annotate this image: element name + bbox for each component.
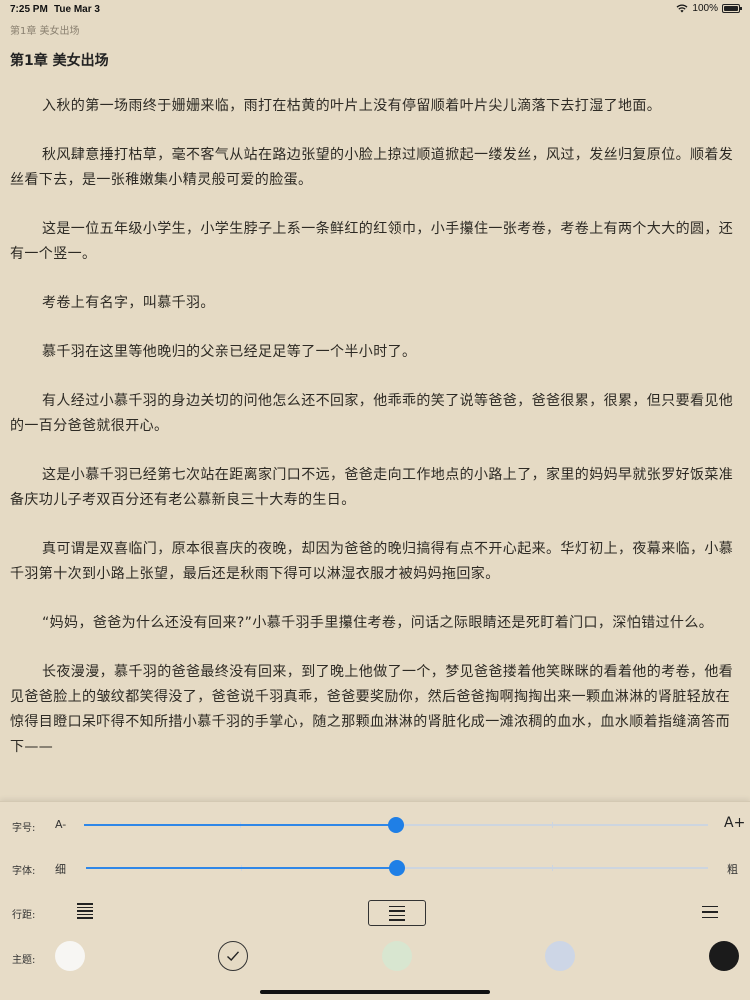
theme-blue-swatch[interactable]	[545, 941, 575, 971]
home-indicator[interactable]	[260, 990, 490, 994]
paragraph: 慕千羽在这里等他晚归的父亲已经足足等了一个半小时了。	[42, 344, 417, 360]
status-time: 7:25 PM	[10, 4, 48, 15]
font-weight-bold[interactable]: 粗	[727, 861, 738, 877]
theme-green-swatch[interactable]	[382, 941, 412, 971]
paragraph: 有人经过小慕千羽的身边关切的问他怎么还不回家，他乖乖的笑了说等爸爸，爸爸很累，很…	[10, 393, 734, 434]
slider-fill	[84, 824, 396, 826]
line-spacing-loose-icon	[702, 905, 718, 919]
font-weight-label: 字体:	[12, 866, 36, 877]
paragraph: 考卷上有名字，叫慕千羽。	[42, 295, 215, 311]
chapter-title: 第1章 美女出场	[10, 53, 109, 69]
line-spacing-loose-button[interactable]	[700, 903, 720, 921]
settings-panel: 字号: A- A+ 字体: 细 粗 行距: 主题:	[0, 801, 750, 1000]
checkmark-icon	[227, 951, 240, 962]
line-spacing-label: 行距:	[12, 910, 36, 921]
reader-content[interactable]: 入秋的第一场雨终于姗姗来临，雨打在枯黄的叶片上没有停留顺着叶片尖儿滴落下去打湿了…	[10, 94, 738, 794]
paragraph: 长夜漫漫，慕千羽的爸爸最终没有回来，到了晚上他做了一个，梦见爸爸搂着他笑眯眯的看…	[10, 664, 734, 755]
font-size-decrease[interactable]: A-	[55, 818, 66, 831]
font-weight-thin[interactable]: 细	[55, 861, 66, 877]
wifi-icon	[676, 4, 688, 13]
status-right: 100%	[676, 3, 742, 14]
status-date: Tue Mar 3	[54, 4, 100, 15]
theme-label: 主题:	[12, 955, 36, 966]
paragraph: 这是小慕千羽已经第七次站在距离家门口不远，爸爸走向工作地点的小路上了，家里的妈妈…	[10, 467, 734, 508]
font-size-slider[interactable]	[84, 815, 708, 835]
line-spacing-normal-button[interactable]	[368, 900, 426, 926]
line-spacing-compact-button[interactable]	[74, 902, 96, 920]
paragraph: 秋风肆意捶打枯草，毫不客气从站在路边张望的小脸上掠过顺道掀起一缕发丝，风过，发丝…	[10, 147, 734, 188]
slider-tick	[552, 822, 553, 828]
paragraph: 入秋的第一场雨终于姗姗来临，雨打在枯黄的叶片上没有停留顺着叶片尖儿滴落下去打湿了…	[42, 98, 662, 114]
slider-knob[interactable]	[389, 860, 405, 876]
battery-icon	[722, 4, 742, 13]
status-bar: 7:25 PM Tue Mar 3 100%	[0, 0, 750, 20]
paragraph: 真可谓是双喜临门，原本很喜庆的夜晚，却因为爸爸的晚归搞得有点不开心起来。华灯初上…	[10, 541, 734, 582]
slider-knob[interactable]	[388, 817, 404, 833]
slider-tick	[552, 865, 553, 871]
font-size-label: 字号:	[12, 823, 36, 834]
theme-sepia-swatch[interactable]	[218, 941, 248, 971]
theme-dark-swatch[interactable]	[709, 941, 739, 971]
slider-fill	[86, 867, 397, 869]
line-spacing-normal-icon	[389, 905, 405, 921]
font-size-increase[interactable]: A+	[724, 815, 745, 831]
font-weight-slider[interactable]	[86, 858, 708, 878]
line-spacing-compact-icon	[77, 903, 93, 919]
battery-percent: 100%	[692, 3, 718, 14]
paragraph: 这是一位五年级小学生，小学生脖子上系一条鲜红的红领巾，小手攥住一张考卷，考卷上有…	[10, 221, 734, 262]
theme-white-swatch[interactable]	[55, 941, 85, 971]
paragraph: “妈妈，爸爸为什么还没有回来?”小慕千羽手里攥住考卷，问话之际眼睛还是死盯着门口…	[42, 615, 714, 631]
header-chapter-title: 第1章 美女出场	[10, 26, 80, 37]
